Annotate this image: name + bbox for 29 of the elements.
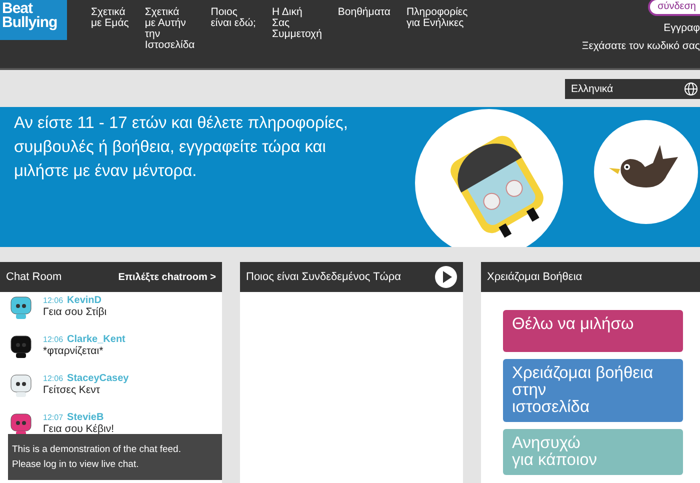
help-button[interactable]: Χρειάζομαι βοήθεια στην ιστοσελίδα: [503, 359, 683, 422]
chat-meta: 12:07 StevieB: [43, 412, 105, 423]
play-icon[interactable]: [435, 266, 457, 288]
forgot-password-link[interactable]: Ξεχάσατε τον κωδικό σας: [582, 40, 700, 52]
chat-message: Γεια σου Κέβιν!: [43, 423, 114, 435]
login-button[interactable]: σύνδεση: [648, 0, 700, 16]
panel-title: Χρειάζομαι Βοήθεια: [487, 271, 582, 283]
nav-link[interactable]: Βοηθήματα: [338, 7, 390, 18]
chat-message: *φταρνίζεται*: [43, 345, 104, 357]
help-button[interactable]: Θέλω να μιλήσω: [503, 310, 683, 352]
chat-meta: 12:06 KevinD: [43, 295, 102, 306]
nav-link[interactable]: Ποιος είναι εδώ;: [210, 7, 256, 29]
nav-link[interactable]: Σχετικά με Αυτήν την Ιστοσελίδα: [144, 7, 195, 51]
select-chatroom-link[interactable]: Επιλέξτε chatroom >: [118, 272, 216, 282]
demo-notice: This is a demonstration of the chat feed. Please log in to view live chat.: [8, 434, 222, 480]
register-link[interactable]: Εγγραφ: [664, 22, 700, 34]
nav-link[interactable]: Πληροφορίες για Ενήλικες: [406, 7, 468, 29]
panel-title: Ποιος είναι Συνδεδεμένος Τώρα: [246, 271, 401, 283]
nav-link[interactable]: Σχετικά με Εμάς: [91, 7, 129, 29]
chat-message: Γείτσες Κεντ: [43, 384, 102, 396]
globe-icon: [684, 82, 698, 96]
chat-meta: 12:06 StaceyCasey: [43, 373, 129, 384]
chat-meta: 12:06 Clarke_Kent: [43, 334, 126, 345]
banner-text: Αν είστε 11 - 17 ετών και θέλετε πληροφορίες, συμβουλές ή βοήθεια, εγγραφείτε τώρα και μιλήστε με έναν μέντορα.: [13, 113, 349, 182]
chat-message: Γεια σου Στίβι: [43, 306, 107, 318]
nav-link[interactable]: Η Δική Σας Συμμετοχή: [272, 7, 322, 40]
logo[interactable]: Beat Bullying: [0, 0, 67, 40]
panel-title: Chat Room: [6, 271, 62, 283]
language-select[interactable]: Ελληνικά: [565, 78, 700, 98]
